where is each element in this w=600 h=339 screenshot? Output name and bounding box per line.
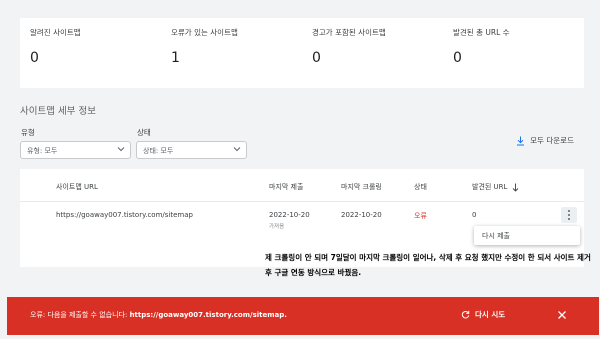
toast-message: 오류: 다음을 제출할 수 없습니다: https://goaway007.ti…: [30, 310, 287, 320]
stat-label: 발견된 총 URL 수: [453, 28, 510, 37]
crawled-date-cell: 2022-10-20: [341, 211, 382, 219]
resubmit-menu-item[interactable]: 다시 제출: [482, 231, 510, 241]
download-icon: [517, 136, 525, 145]
type-filter-value: 유형: 모두: [27, 147, 58, 155]
column-header-submitted[interactable]: 마지막 제출: [269, 182, 303, 192]
stat-label: 경고가 포함된 사이트맵: [312, 28, 386, 37]
retry-button[interactable]: 다시 시도: [461, 309, 505, 320]
download-all-button[interactable]: 모두 다운로드: [516, 135, 574, 146]
table-divider: [20, 201, 584, 202]
sort-descending-icon: [513, 183, 519, 192]
stat-value: 0: [453, 50, 462, 66]
submitted-date-cell: 2022-10-20: [269, 211, 310, 219]
section-title: 사이트맵 세부 정보: [20, 106, 96, 117]
status-filter-label: 상태: [137, 128, 151, 137]
sitemap-url-cell: https://goaway007.tistory.com/sitemap: [56, 211, 193, 219]
column-header-crawled[interactable]: 마지막 크롤링: [341, 182, 382, 192]
column-header-status[interactable]: 상태: [414, 182, 427, 192]
more-vert-icon: [568, 210, 570, 220]
type-filter-label: 유형: [21, 128, 35, 137]
download-all-label: 모두 다운로드: [530, 136, 574, 145]
column-header-discovered[interactable]: 발견된 URL: [472, 182, 519, 192]
stat-error-sitemaps: 오류가 있는 사이트맵 1: [161, 18, 302, 88]
row-more-button[interactable]: [561, 207, 577, 223]
chevron-down-icon: [233, 147, 241, 152]
submitted-sub-cell: 가져옴: [269, 224, 285, 230]
stat-label: 알려진 사이트맵: [30, 28, 81, 37]
error-toast: 오류: 다음을 제출할 수 없습니다: https://goaway007.ti…: [7, 297, 599, 335]
stat-value: 0: [312, 50, 321, 66]
column-header-url[interactable]: 사이트맵 URL: [56, 182, 98, 192]
toast-message-text: 오류: 다음을 제출할 수 없습니다:: [30, 311, 130, 319]
close-icon[interactable]: [556, 309, 568, 321]
chevron-down-icon: [117, 147, 125, 152]
annotation-note: 제 크롤링이 안 되며 7일달이 마지막 크롤링이 일어나, 삭제 후 요청 했…: [265, 253, 591, 277]
stat-known-sitemaps: 알려진 사이트맵 0: [20, 18, 161, 88]
stat-value: 1: [171, 50, 180, 66]
stat-warning-sitemaps: 경고가 포함된 사이트맵 0: [302, 18, 443, 88]
discovered-urls-cell: 0: [472, 211, 477, 219]
column-header-discovered-label: 발견된 URL: [472, 183, 508, 191]
stat-value: 0: [30, 50, 39, 66]
status-filter-value: 상태: 모두: [143, 147, 174, 155]
type-filter-select[interactable]: 유형: 모두: [20, 141, 131, 159]
stat-total-urls: 발견된 총 URL 수 0: [443, 18, 584, 88]
sitemap-summary-card: 알려진 사이트맵 0 오류가 있는 사이트맵 1 경고가 포함된 사이트맵 0 …: [20, 18, 584, 88]
status-cell: 오류: [414, 212, 427, 220]
row-context-menu: 다시 제출: [474, 226, 580, 245]
stat-label: 오류가 있는 사이트맵: [171, 28, 238, 37]
status-filter-select[interactable]: 상태: 모두: [136, 141, 247, 159]
toast-message-url: https://goaway007.tistory.com/sitemap.: [129, 311, 287, 319]
retry-label: 다시 시도: [475, 310, 506, 319]
refresh-icon: [461, 310, 470, 319]
